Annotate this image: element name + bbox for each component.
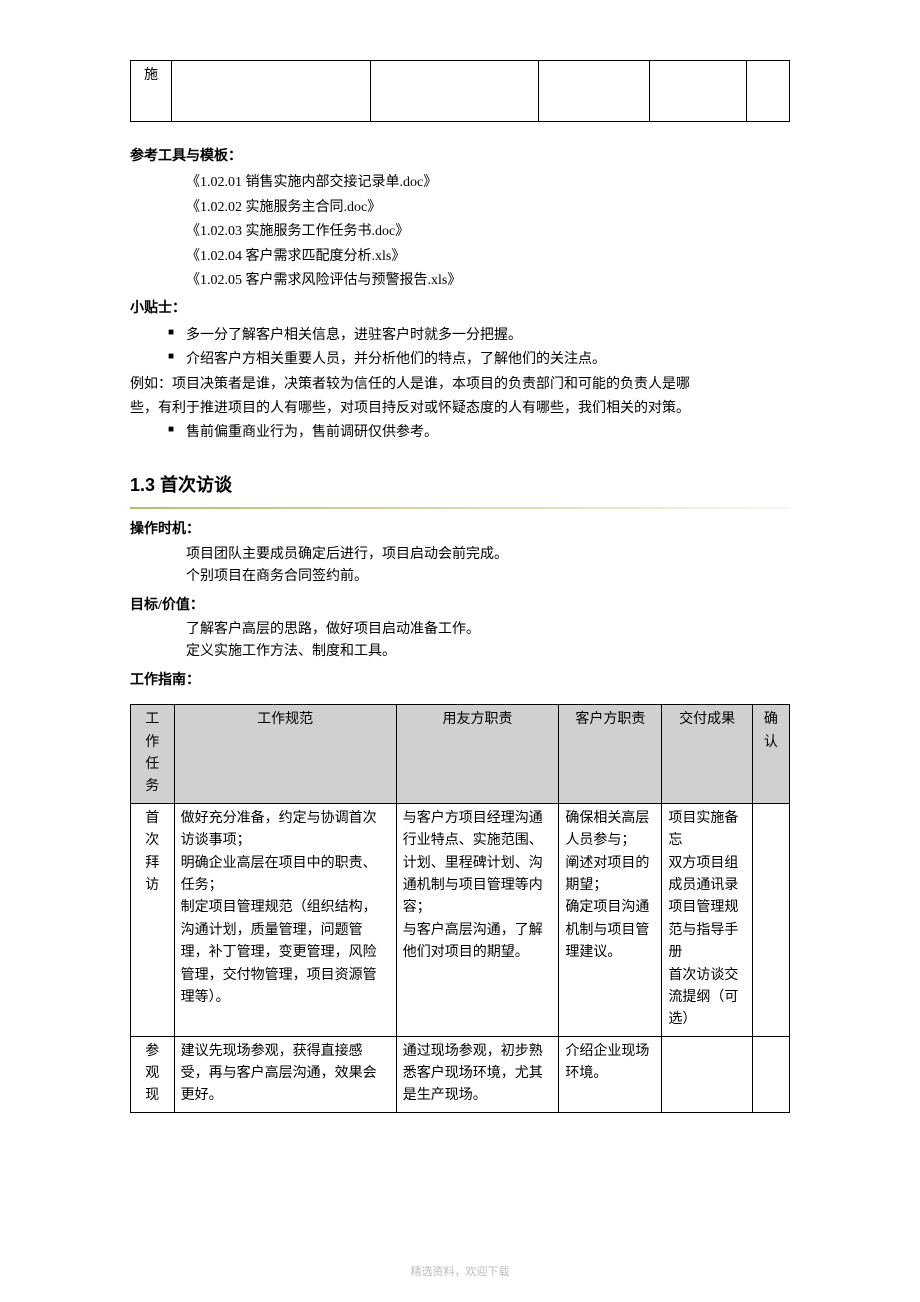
- square-bullet-icon: ■: [168, 349, 186, 365]
- timing-line: 个别项目在商务合同签约前。: [186, 566, 790, 588]
- cell-yonyou: 与客户方项目经理沟通行业特点、实施范围、计划、里程碑计划、沟通机制与项目管理等内…: [396, 803, 559, 1036]
- cell-customer: 确保相关高层人员参与； 阐述对项目的期望； 确定项目沟通机制与项目管理建议。: [559, 803, 662, 1036]
- header-yonyou: 用友方职责: [396, 705, 559, 804]
- header-deliver: 交付成果: [662, 705, 752, 804]
- guide-label: 工作指南：: [130, 670, 790, 692]
- reference-item: 《1.02.02 实施服务主合同.doc》: [186, 197, 790, 219]
- table-row: 首次拜访 做好充分准备，约定与协调首次访谈事项； 明确企业高层在项目中的职责、任…: [131, 803, 790, 1036]
- timing-line: 项目团队主要成员确定后进行，项目启动会前完成。: [186, 544, 790, 566]
- work-guide-table: 工作任务 工作规范 用友方职责 客户方职责 交付成果 确认 首次拜访 做好充分准…: [130, 704, 790, 1113]
- square-bullet-icon: ■: [168, 325, 186, 341]
- cell-task: 首次拜访: [131, 803, 175, 1036]
- cell-customer: 介绍企业现场环境。: [559, 1036, 662, 1112]
- references-heading: 参考工具与模板：: [130, 146, 790, 168]
- header-customer: 客户方职责: [559, 705, 662, 804]
- table-row: 参观现 建议先现场参观，获得直接感受，再与客户高层沟通，效果会更好。 通过现场参…: [131, 1036, 790, 1112]
- tips-list: ■ 多一分了解客户相关信息，进驻客户时就多一分把握。 ■ 介绍客户方相关重要人员…: [168, 325, 790, 372]
- goal-label: 目标/价值：: [130, 595, 790, 617]
- reference-item: 《1.02.05 客户需求风险评估与预警报告.xls》: [186, 270, 790, 292]
- references-list: 《1.02.01 销售实施内部交接记录单.doc》 《1.02.02 实施服务主…: [186, 172, 790, 292]
- cell-task: 参观现: [131, 1036, 175, 1112]
- square-bullet-icon: ■: [168, 422, 186, 438]
- tips-bullet-text: 售前偏重商业行为，售前调研仅供参考。: [186, 422, 438, 444]
- cell-spec: 做好充分准备，约定与协调首次访谈事项； 明确企业高层在项目中的职责、任务； 制定…: [174, 803, 396, 1036]
- table-header-row: 工作任务 工作规范 用友方职责 客户方职责 交付成果 确认: [131, 705, 790, 804]
- tips-example-line1: 例如：项目决策者是谁，决策者较为信任的人是谁，本项目的负责部门和可能的负责人是哪: [130, 374, 790, 396]
- goal-line: 了解客户高层的思路，做好项目启动准备工作。: [186, 619, 790, 641]
- top-table-col5: [649, 61, 746, 122]
- cell-confirm: [752, 803, 789, 1036]
- top-table-col2: [172, 61, 371, 122]
- cell-yonyou: 通过现场参观，初步熟悉客户现场环境，尤其是生产现场。: [396, 1036, 559, 1112]
- timing-label: 操作时机：: [130, 519, 790, 541]
- tips-bullet-item: ■ 介绍客户方相关重要人员，并分析他们的特点，了解他们的关注点。: [168, 349, 790, 371]
- header-task: 工作任务: [131, 705, 175, 804]
- document-page: 施 参考工具与模板： 《1.02.01 销售实施内部交接记录单.doc》 《1.…: [0, 0, 920, 1302]
- reference-item: 《1.02.01 销售实施内部交接记录单.doc》: [186, 172, 790, 194]
- cell-confirm: [752, 1036, 789, 1112]
- tips-example-line2: 些，有利于推进项目的人有哪些，对项目持反对或怀疑态度的人有哪些，我们相关的对策。: [130, 398, 790, 420]
- tips-heading: 小贴士：: [130, 298, 790, 320]
- page-footer: 精选资料，欢迎下载: [0, 1264, 920, 1282]
- tips-bullet-item: ■ 多一分了解客户相关信息，进驻客户时就多一分把握。: [168, 325, 790, 347]
- cell-spec: 建议先现场参观，获得直接感受，再与客户高层沟通，效果会更好。: [174, 1036, 396, 1112]
- goal-line: 定义实施工作方法、制度和工具。: [186, 641, 790, 663]
- top-table-rowlabel: 施: [131, 61, 172, 122]
- section-title: 1.3 首次访谈: [130, 471, 790, 500]
- tips-bullet-item: ■ 售前偏重商业行为，售前调研仅供参考。: [168, 422, 790, 444]
- header-spec: 工作规范: [174, 705, 396, 804]
- top-partial-table: 施: [130, 60, 790, 122]
- top-table-col6: [746, 61, 789, 122]
- top-table-col3: [371, 61, 538, 122]
- cell-deliver: 项目实施备忘 双方项目组成员通讯录 项目管理规范与指导手册 首次访谈交流提纲（可…: [662, 803, 752, 1036]
- top-table-col4: [538, 61, 649, 122]
- cell-deliver: [662, 1036, 752, 1112]
- reference-item: 《1.02.03 实施服务工作任务书.doc》: [186, 221, 790, 243]
- tips-bullet-text: 多一分了解客户相关信息，进驻客户时就多一分把握。: [186, 325, 522, 347]
- tips-list-cont: ■ 售前偏重商业行为，售前调研仅供参考。: [168, 422, 790, 444]
- reference-item: 《1.02.04 客户需求匹配度分析.xls》: [186, 246, 790, 268]
- tips-bullet-text: 介绍客户方相关重要人员，并分析他们的特点，了解他们的关注点。: [186, 349, 606, 371]
- section-divider: [130, 507, 790, 509]
- header-confirm: 确认: [752, 705, 789, 804]
